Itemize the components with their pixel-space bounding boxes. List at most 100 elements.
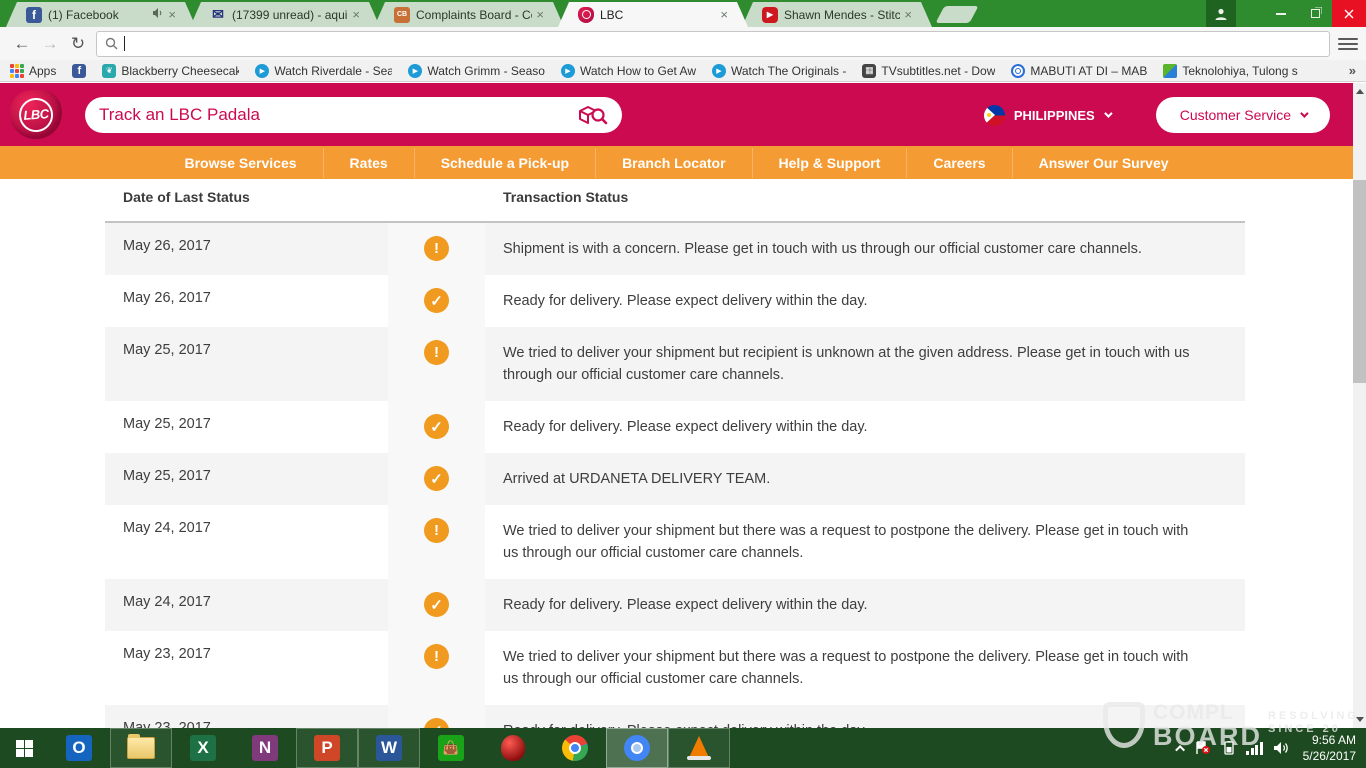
address-bar[interactable] <box>96 31 1330 57</box>
red-app-taskbar-icon[interactable] <box>482 728 544 768</box>
country-selector[interactable]: PHILIPPINES <box>984 105 1110 126</box>
restore-button[interactable] <box>1298 0 1332 27</box>
chromium-taskbar-icon[interactable] <box>606 728 668 768</box>
tab-audio-icon <box>152 7 164 22</box>
page-content: LBC PHILIPPINES Customer Service Browse … <box>0 83 1353 728</box>
minimize-button[interactable] <box>1264 0 1298 27</box>
new-tab-button[interactable] <box>935 6 978 23</box>
excel-taskbar-icon[interactable]: X <box>172 728 234 768</box>
check-icon: ✓ <box>424 592 449 617</box>
track-package-icon[interactable] <box>578 104 608 126</box>
powerpoint-taskbar-icon[interactable]: P <box>296 728 358 768</box>
windows-store-taskbar-icon[interactable]: 👜 <box>420 728 482 768</box>
nav-item-schedule-a-pick-up[interactable]: Schedule a Pick-up <box>414 148 595 178</box>
apps-shortcut[interactable]: Apps <box>10 64 56 78</box>
url-input[interactable] <box>125 36 1321 51</box>
tab-close-icon[interactable]: × <box>904 7 912 22</box>
back-icon[interactable]: ← <box>8 34 36 54</box>
bookmark-item[interactable]: Teknolohiya, Tulong s <box>1163 64 1297 78</box>
bookmark-item[interactable]: ❦Blackberry Cheesecak <box>102 64 239 78</box>
page-scrollbar[interactable] <box>1353 83 1366 728</box>
check-icon: ✓ <box>424 718 449 728</box>
customer-service-button[interactable]: Customer Service <box>1156 97 1330 133</box>
lbc-favicon-icon <box>578 7 594 23</box>
tab-close-icon[interactable]: × <box>352 7 360 22</box>
action-center-flag-icon[interactable] <box>1195 741 1211 755</box>
play-circle-icon: ▶ <box>712 64 726 78</box>
status-text: Shipment is with a concern. Please get i… <box>485 223 1245 275</box>
status-text: Ready for delivery. Please expect delive… <box>485 275 1245 327</box>
taskbar-clock[interactable]: 9:56 AM 5/26/2017 <box>1299 732 1356 764</box>
tray-expand-chevron-icon[interactable] <box>1175 744 1185 754</box>
lbc-logo-text: LBC <box>23 106 49 123</box>
menu-icon[interactable] <box>1338 38 1358 50</box>
bookmark-item[interactable]: ▶Watch Grimm - Seaso <box>408 64 545 78</box>
status-date: May 23, 2017 <box>105 631 388 705</box>
nav-item-branch-locator[interactable]: Branch Locator <box>595 148 751 178</box>
check-icon: ✓ <box>424 466 449 491</box>
network-signal-icon[interactable] <box>1246 742 1263 755</box>
browser-tab[interactable]: LBC× <box>558 2 748 27</box>
tracking-search-box[interactable] <box>85 97 622 133</box>
warning-icon: ! <box>424 644 449 669</box>
bookmark-item[interactable]: MABUTI AT DI – MAB <box>1011 64 1147 78</box>
scrollbar-thumb[interactable] <box>1353 180 1366 383</box>
browser-tab[interactable]: ✉(17399 unread) - aquinos× <box>190 2 380 27</box>
browser-tab[interactable]: f(1) Facebook× <box>6 2 196 27</box>
tab-close-icon[interactable]: × <box>720 7 728 22</box>
tab-title: Complaints Board - Cons <box>416 8 532 22</box>
nav-item-answer-our-survey[interactable]: Answer Our Survey <box>1012 148 1195 178</box>
status-text: We tried to deliver your shipment but re… <box>485 327 1245 401</box>
tab-title: (1) Facebook <box>48 8 152 22</box>
browser-tab[interactable]: CBComplaints Board - Cons× <box>374 2 564 27</box>
apps-grid-icon <box>10 64 24 78</box>
file-explorer-taskbar-icon[interactable] <box>110 728 172 768</box>
tracking-table: Date of Last Status Transaction Status M… <box>105 179 1245 728</box>
vlc-taskbar-icon[interactable] <box>668 728 730 768</box>
reload-icon[interactable]: ↻ <box>64 34 92 54</box>
browser-tab[interactable]: ▶Shawn Mendes - Stitches× <box>742 2 932 27</box>
bookmark-label: MABUTI AT DI – MAB <box>1030 64 1147 78</box>
table-row: May 23, 2017✓Ready for delivery. Please … <box>105 705 1245 728</box>
onenote-taskbar-icon[interactable]: N <box>234 728 296 768</box>
outlook-taskbar-icon[interactable]: O <box>48 728 110 768</box>
tab-close-icon[interactable]: × <box>536 7 544 22</box>
browser-toolbar: ← → ↻ <box>0 27 1366 60</box>
profile-icon[interactable] <box>1206 0 1236 27</box>
nav-item-rates[interactable]: Rates <box>323 148 414 178</box>
nav-item-help-support[interactable]: Help & Support <box>752 148 907 178</box>
nav-item-browse-services[interactable]: Browse Services <box>158 148 322 178</box>
forward-icon[interactable]: → <box>36 34 64 54</box>
bookmark-label: Watch Riverdale - Sea <box>274 64 392 78</box>
word-taskbar-icon[interactable]: W <box>358 728 420 768</box>
start-button[interactable] <box>0 728 48 768</box>
bookmark-item[interactable]: f <box>72 64 86 78</box>
battery-icon[interactable] <box>1221 741 1236 755</box>
bookmark-item[interactable]: ▶Watch The Originals - <box>712 64 846 78</box>
bookmarks-overflow-icon[interactable]: » <box>1349 63 1356 78</box>
status-icon-cell: ✓ <box>388 275 485 327</box>
lbc-logo[interactable]: LBC <box>8 88 63 141</box>
status-icon-cell: ✓ <box>388 401 485 453</box>
bookmark-item[interactable]: ▶Watch Riverdale - Sea <box>255 64 392 78</box>
bookmark-item[interactable]: ▶Watch How to Get Aw <box>561 64 696 78</box>
volume-icon[interactable] <box>1273 741 1289 755</box>
country-label: PHILIPPINES <box>1014 108 1095 123</box>
bookmark-label: Blackberry Cheesecak <box>121 64 239 78</box>
nav-item-careers[interactable]: Careers <box>906 148 1011 178</box>
status-icon-cell: ✓ <box>388 453 485 505</box>
tracking-input[interactable] <box>99 105 578 125</box>
bookmark-item[interactable]: ▦TVsubtitles.net - Dow <box>862 64 995 78</box>
table-row: May 25, 2017✓Ready for delivery. Please … <box>105 401 1245 453</box>
close-button[interactable] <box>1332 0 1366 27</box>
status-date: May 24, 2017 <box>105 579 388 631</box>
browser-tab-bar: f(1) Facebook×✉(17399 unread) - aquinos×… <box>0 0 1366 27</box>
table-header: Date of Last Status Transaction Status <box>105 179 1245 223</box>
scroll-up-icon[interactable] <box>1356 89 1364 94</box>
scroll-down-icon[interactable] <box>1356 717 1364 722</box>
status-text: Ready for delivery. Please expect delive… <box>485 579 1245 631</box>
tab-close-icon[interactable]: × <box>168 7 176 22</box>
youtube-favicon-icon: ▶ <box>762 7 778 23</box>
chrome-taskbar-icon[interactable] <box>544 728 606 768</box>
status-date: May 26, 2017 <box>105 275 388 327</box>
